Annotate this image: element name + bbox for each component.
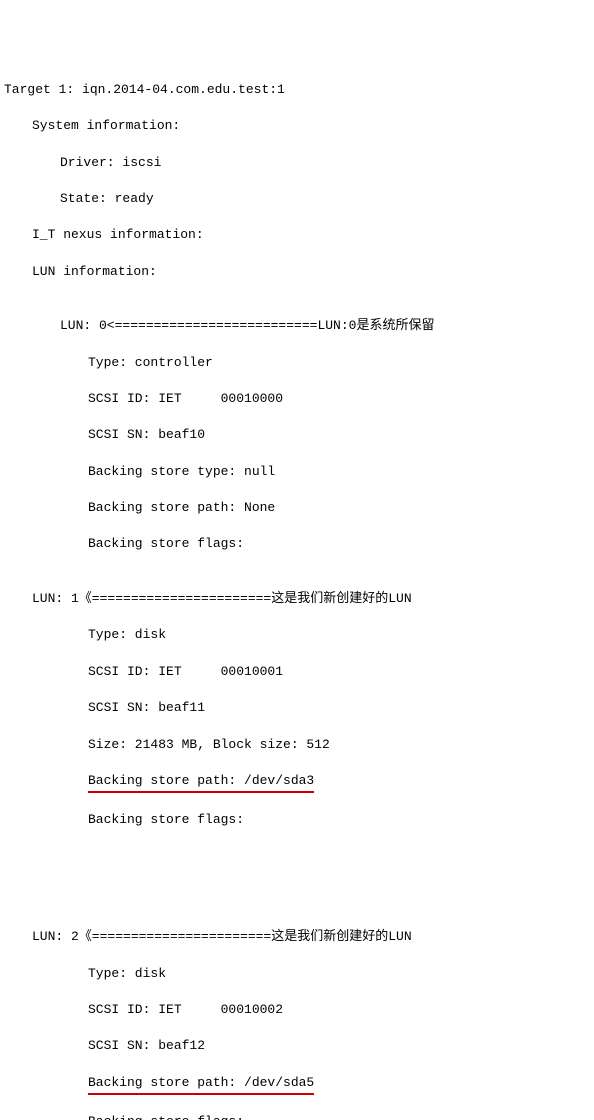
- lun0-header: LUN: 0<==========================LUN:0是系…: [4, 317, 590, 335]
- target-header: Target 1: iqn.2014-04.com.edu.test:1: [4, 81, 590, 99]
- lun0-scsi-id: SCSI ID: IET 00010000: [4, 390, 590, 408]
- lun-info-header: LUN information:: [4, 263, 590, 281]
- lun2-bs-path: Backing store path: /dev/sda5: [88, 1074, 314, 1095]
- lun1-bs-path: Backing store path: /dev/sda3: [88, 772, 314, 793]
- lun2-bs-flags: Backing store flags:: [4, 1113, 590, 1120]
- lun0-bs-flags: Backing store flags:: [4, 535, 590, 553]
- lun1-scsi-sn: SCSI SN: beaf11: [4, 699, 590, 717]
- lun1-header: LUN: 1《=======================这是我们新创建好的L…: [4, 590, 590, 608]
- it-nexus-header: I_T nexus information:: [4, 226, 590, 244]
- lun1-bs-path-wrap: Backing store path: /dev/sda3: [4, 772, 590, 793]
- lun1-scsi-id: SCSI ID: IET 00010001: [4, 663, 590, 681]
- lun2-scsi-sn: SCSI SN: beaf12: [4, 1037, 590, 1055]
- lun1-size: Size: 21483 MB, Block size: 512: [4, 736, 590, 754]
- lun0-bs-path: Backing store path: None: [4, 499, 590, 517]
- lun2-type: Type: disk: [4, 965, 590, 983]
- lun2-header: LUN: 2《=======================这是我们新创建好的L…: [4, 928, 590, 946]
- lun1-bs-flags: Backing store flags:: [4, 811, 590, 829]
- lun0-bs-type: Backing store type: null: [4, 463, 590, 481]
- lun0-scsi-sn: SCSI SN: beaf10: [4, 426, 590, 444]
- driver-line: Driver: iscsi: [4, 154, 590, 172]
- blank-gap: [4, 866, 590, 892]
- lun2-bs-path-wrap: Backing store path: /dev/sda5: [4, 1074, 590, 1095]
- lun2-scsi-id: SCSI ID: IET 00010002: [4, 1001, 590, 1019]
- state-line: State: ready: [4, 190, 590, 208]
- lun1-type: Type: disk: [4, 626, 590, 644]
- sysinfo-header: System information:: [4, 117, 590, 135]
- lun0-type: Type: controller: [4, 354, 590, 372]
